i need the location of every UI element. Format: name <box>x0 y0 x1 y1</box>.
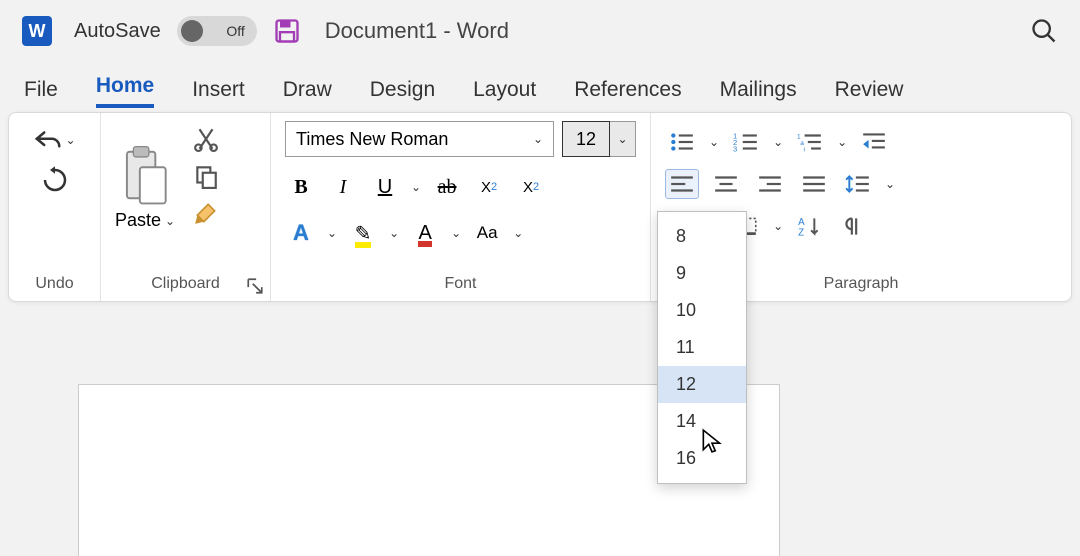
font-size-dropdown: 8 9 10 11 12 14 16 <box>657 211 747 484</box>
font-size-input[interactable]: 12 <box>562 121 610 157</box>
font-size-option[interactable]: 8 <box>658 218 746 255</box>
text-effects-button[interactable]: A <box>285 217 317 249</box>
multilevel-list-button[interactable]: 1ai <box>793 127 827 157</box>
search-button[interactable] <box>1030 17 1058 45</box>
format-painter-button[interactable] <box>193 200 219 226</box>
font-family-value: Times New Roman <box>296 129 448 150</box>
tab-draw[interactable]: Draw <box>283 78 332 108</box>
tab-layout[interactable]: Layout <box>473 78 536 108</box>
chevron-down-icon: ⌄ <box>533 132 543 146</box>
paste-button[interactable]: Paste ⌄ <box>115 121 175 231</box>
svg-text:Z: Z <box>798 228 804 237</box>
chevron-down-icon[interactable]: ⌄ <box>451 226 461 240</box>
repeat-button[interactable] <box>40 165 70 195</box>
chevron-down-icon[interactable]: ⌄ <box>837 135 847 149</box>
chevron-down-icon: ⌄ <box>65 133 75 147</box>
ribbon: ⌄ Undo Paste ⌄ Clipboard <box>8 112 1072 302</box>
chevron-down-icon[interactable]: ⌄ <box>773 219 783 233</box>
subscript-button[interactable]: X2 <box>473 171 505 203</box>
bold-button[interactable]: B <box>285 171 317 203</box>
highlight-color-button[interactable]: ✎ <box>347 217 379 249</box>
autosave-toggle-knob <box>181 20 203 42</box>
align-center-button[interactable] <box>709 169 743 199</box>
group-label-undo: Undo <box>23 271 86 297</box>
decrease-indent-button[interactable] <box>857 127 891 157</box>
tab-insert[interactable]: Insert <box>192 78 245 108</box>
tab-mailings[interactable]: Mailings <box>720 78 797 108</box>
tab-references[interactable]: References <box>574 78 681 108</box>
chevron-down-icon[interactable]: ⌄ <box>773 135 783 149</box>
numbering-button[interactable]: 123 <box>729 127 763 157</box>
group-font: Times New Roman ⌄ 12 ⌄ B I U ⌄ ab X2 X2 … <box>271 113 651 301</box>
superscript-button[interactable]: X2 <box>515 171 547 203</box>
font-size-option[interactable]: 11 <box>658 329 746 366</box>
font-size-option[interactable]: 16 <box>658 440 746 477</box>
svg-text:3: 3 <box>733 145 737 153</box>
group-label-clipboard: Clipboard <box>115 271 256 297</box>
copy-button[interactable] <box>193 163 219 189</box>
sort-button[interactable]: AZ <box>793 211 827 241</box>
strikethrough-button[interactable]: ab <box>431 171 463 203</box>
chevron-down-icon[interactable]: ⌄ <box>885 177 895 191</box>
tab-home[interactable]: Home <box>96 74 154 108</box>
font-size-option[interactable]: 14 <box>658 403 746 440</box>
paste-label: Paste <box>115 210 161 231</box>
chevron-down-icon: ⌄ <box>165 214 175 228</box>
align-right-button[interactable] <box>753 169 787 199</box>
cut-button[interactable] <box>193 126 219 152</box>
line-spacing-button[interactable] <box>841 169 875 199</box>
svg-text:i: i <box>804 147 805 153</box>
clipboard-launcher[interactable] <box>246 277 264 295</box>
save-button[interactable] <box>273 17 301 45</box>
tab-file[interactable]: File <box>24 78 58 108</box>
chevron-down-icon: ⌄ <box>617 132 627 146</box>
font-color-button[interactable]: A <box>409 217 441 249</box>
tab-design[interactable]: Design <box>370 78 435 108</box>
tab-review[interactable]: Review <box>835 78 904 108</box>
chevron-down-icon[interactable]: ⌄ <box>513 226 523 240</box>
underline-button[interactable]: U <box>369 171 401 203</box>
undo-button[interactable]: ⌄ <box>33 127 75 153</box>
group-clipboard: Paste ⌄ Clipboard <box>101 113 271 301</box>
svg-text:A: A <box>798 217 805 228</box>
group-undo: ⌄ Undo <box>9 113 101 301</box>
group-label-font: Font <box>285 271 636 297</box>
font-size-option[interactable]: 9 <box>658 255 746 292</box>
bullets-button[interactable] <box>665 127 699 157</box>
change-case-button[interactable]: Aa <box>471 217 503 249</box>
document-title: Document1 - Word <box>325 18 509 44</box>
ribbon-tabs: File Home Insert Draw Design Layout Refe… <box>0 62 1080 108</box>
justify-button[interactable] <box>797 169 831 199</box>
autosave-label: AutoSave <box>74 20 161 43</box>
font-size-dropdown-button[interactable]: ⌄ <box>610 121 636 157</box>
autosave-toggle[interactable]: Off <box>177 16 257 46</box>
align-left-button[interactable] <box>665 169 699 199</box>
font-size-option[interactable]: 10 <box>658 292 746 329</box>
title-bar: W AutoSave Off Document1 - Word <box>0 0 1080 62</box>
show-hide-button[interactable] <box>837 211 871 241</box>
italic-button[interactable]: I <box>327 171 359 203</box>
chevron-down-icon[interactable]: ⌄ <box>327 226 337 240</box>
font-size-option[interactable]: 12 <box>658 366 746 403</box>
chevron-down-icon[interactable]: ⌄ <box>411 180 421 194</box>
font-family-select[interactable]: Times New Roman ⌄ <box>285 121 554 157</box>
autosave-toggle-state: Off <box>226 23 244 39</box>
word-app-icon: W <box>22 16 52 46</box>
chevron-down-icon[interactable]: ⌄ <box>389 226 399 240</box>
chevron-down-icon[interactable]: ⌄ <box>709 135 719 149</box>
